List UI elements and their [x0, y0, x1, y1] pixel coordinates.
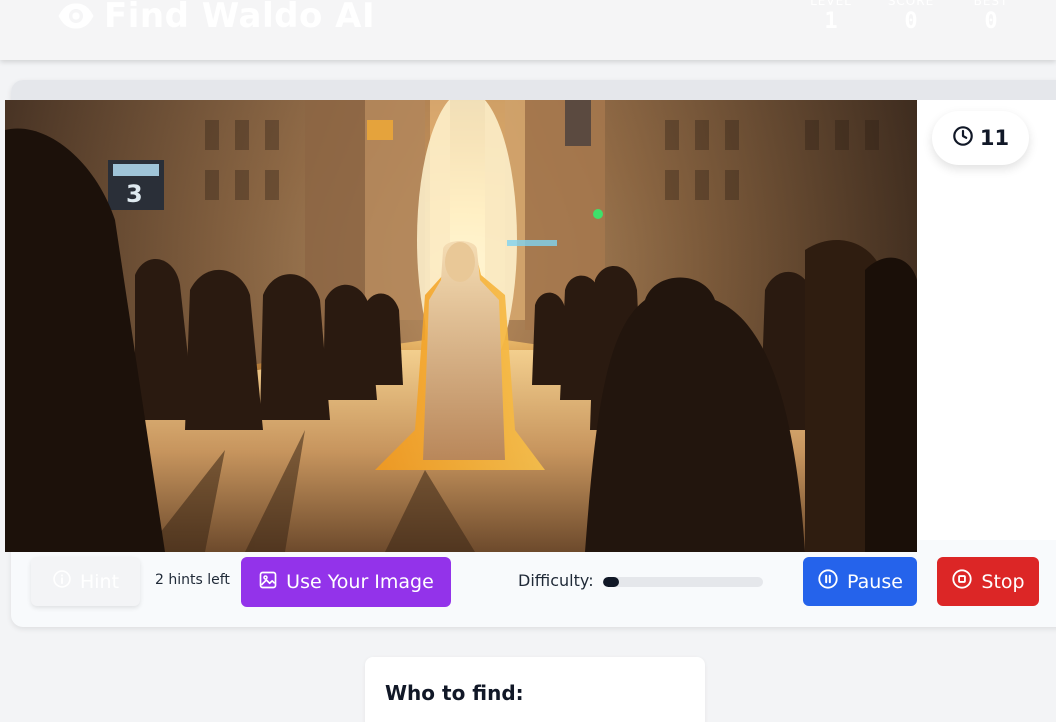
- stat-score: SCORE 0: [886, 0, 936, 36]
- clock-icon: [952, 125, 974, 151]
- stats-bar: LEVEL 1 SCORE 0 BEST 0: [806, 0, 1016, 36]
- app-title: Find Waldo AI: [104, 0, 376, 36]
- pause-button[interactable]: Pause: [803, 557, 917, 606]
- stop-label: Stop: [981, 570, 1025, 593]
- side-panel: [917, 100, 1056, 540]
- use-your-image-button[interactable]: Use Your Image: [241, 557, 451, 607]
- stat-label: SCORE: [887, 0, 935, 8]
- hint-button[interactable]: Hint: [31, 557, 140, 606]
- pause-circle-icon: [817, 568, 839, 595]
- hint-label: Hint: [79, 570, 120, 593]
- timer-value: 11: [979, 126, 1010, 150]
- stat-label: BEST: [973, 0, 1009, 8]
- stat-value: 1: [824, 9, 838, 34]
- stop-circle-icon: [951, 568, 973, 595]
- difficulty-fill: [603, 577, 619, 587]
- image-icon: [258, 570, 278, 595]
- who-to-find-card: Who to find:: [365, 657, 705, 722]
- stat-label: LEVEL: [810, 0, 852, 8]
- card-top-bar: [11, 80, 1056, 102]
- stat-best: BEST 0: [966, 0, 1016, 36]
- info-icon: [52, 569, 72, 594]
- stop-button[interactable]: Stop: [937, 557, 1039, 606]
- street-sign-number: 3: [126, 180, 143, 208]
- stat-value: 0: [984, 9, 998, 34]
- countdown-timer: 11: [932, 111, 1029, 165]
- game-scene-image[interactable]: 3: [5, 100, 917, 552]
- brand[interactable]: Find Waldo AI: [56, 0, 375, 42]
- stat-value: 0: [904, 9, 918, 34]
- app-header: Find Waldo AI LEVEL 1 SCORE 0 BEST 0: [0, 0, 1056, 60]
- hints-remaining: 2 hints left: [155, 572, 230, 588]
- upload-label: Use Your Image: [286, 571, 434, 593]
- difficulty-slider[interactable]: [603, 577, 763, 587]
- pause-label: Pause: [847, 570, 903, 593]
- difficulty-label: Difficulty:: [518, 571, 594, 590]
- stat-level: LEVEL 1: [806, 0, 856, 36]
- who-to-find-title: Who to find:: [385, 681, 524, 705]
- eye-icon: [56, 0, 96, 36]
